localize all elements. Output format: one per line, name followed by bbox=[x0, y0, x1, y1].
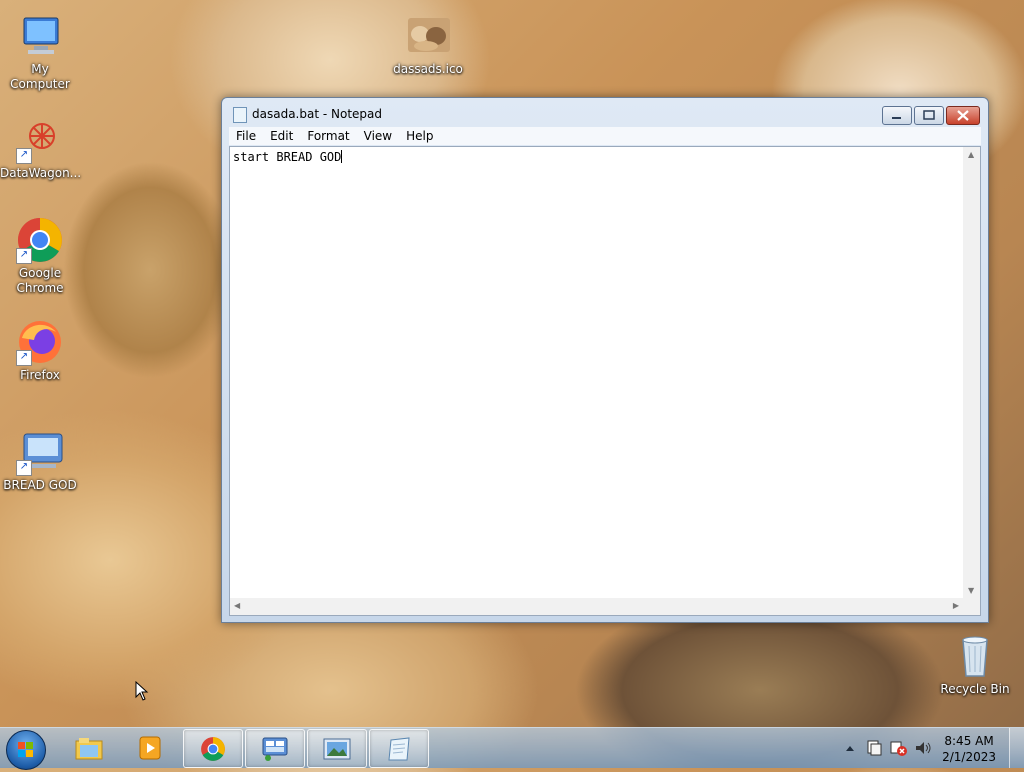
system-clock[interactable]: 8:45 AM 2/1/2023 bbox=[942, 733, 996, 765]
chrome-icon bbox=[199, 736, 227, 762]
windows-explorer-icon bbox=[75, 735, 103, 761]
taskbar-media-player[interactable] bbox=[121, 729, 179, 766]
computer-icon bbox=[16, 12, 64, 60]
notepad-icon bbox=[385, 736, 413, 762]
desktop-icon-label: BREAD GOD bbox=[3, 478, 77, 492]
menu-format[interactable]: Format bbox=[300, 129, 356, 143]
show-desktop-button[interactable] bbox=[1009, 728, 1024, 768]
maximize-button[interactable] bbox=[914, 106, 944, 125]
desktop-icon-dassads[interactable]: dassads.ico bbox=[388, 12, 468, 77]
scroll-down-arrow-icon[interactable]: ▼ bbox=[968, 586, 974, 595]
taskbar-explorer[interactable] bbox=[60, 729, 118, 766]
scroll-right-arrow-icon[interactable]: ▶ bbox=[953, 601, 959, 610]
title-bar[interactable]: dasada.bat - Notepad bbox=[222, 98, 988, 128]
clock-time: 8:45 AM bbox=[944, 734, 994, 748]
horizontal-scrollbar[interactable]: ◀ ▶ bbox=[230, 598, 963, 615]
datawagon-icon: ↗ bbox=[16, 116, 64, 164]
shortcut-arrow-icon: ↗ bbox=[16, 460, 32, 476]
chrome-icon: ↗ bbox=[16, 216, 64, 264]
desktop-icon-label: Firefox bbox=[20, 368, 60, 382]
taskbar: 8:45 AM 2/1/2023 bbox=[0, 727, 1024, 770]
picture-viewer-icon bbox=[323, 736, 351, 762]
desktop-icon-label: My Computer bbox=[10, 62, 70, 91]
desktop-icon-label: Recycle Bin bbox=[940, 682, 1010, 696]
editor-content[interactable]: start BREAD GOD bbox=[233, 150, 343, 164]
firefox-icon: ↗ bbox=[16, 318, 64, 366]
clock-date: 2/1/2023 bbox=[942, 750, 996, 764]
desktop-icon-label: dassads.ico bbox=[393, 62, 463, 76]
recycle-bin-icon bbox=[951, 632, 999, 680]
taskbar-chrome[interactable] bbox=[183, 729, 243, 768]
text-editor[interactable]: start BREAD GOD ▲ ▼ ◀ ▶ bbox=[229, 146, 981, 616]
text-caret bbox=[341, 150, 343, 163]
shortcut-arrow-icon: ↗ bbox=[16, 248, 32, 264]
remote-desktop-icon bbox=[261, 736, 289, 762]
desktop-icon-firefox[interactable]: ↗ Firefox bbox=[0, 318, 80, 383]
scroll-left-arrow-icon[interactable]: ◀ bbox=[234, 601, 240, 610]
desktop-icon-label: Google Chrome bbox=[16, 266, 64, 295]
taskbar-remote-desktop[interactable] bbox=[245, 729, 305, 768]
menu-file[interactable]: File bbox=[229, 129, 263, 143]
mouse-cursor-icon bbox=[135, 681, 149, 701]
desktop-icon-bread-god[interactable]: ↗ BREAD GOD bbox=[0, 428, 80, 493]
window-title: dasada.bat - Notepad bbox=[252, 107, 382, 121]
close-button[interactable] bbox=[946, 106, 980, 125]
show-hidden-icons-icon[interactable] bbox=[845, 744, 855, 752]
volume-icon[interactable] bbox=[914, 740, 932, 756]
desktop-icon-recycle-bin[interactable]: Recycle Bin bbox=[935, 632, 1015, 697]
desktop-icon-label: DataWagon... bbox=[0, 166, 82, 180]
batch-file-icon: ↗ bbox=[16, 428, 64, 476]
taskbar-picture-viewer[interactable] bbox=[307, 729, 367, 768]
notepad-icon bbox=[233, 107, 247, 123]
menu-edit[interactable]: Edit bbox=[263, 129, 300, 143]
menu-help[interactable]: Help bbox=[399, 129, 440, 143]
scroll-up-arrow-icon[interactable]: ▲ bbox=[968, 150, 974, 159]
shortcut-arrow-icon: ↗ bbox=[16, 350, 32, 366]
network-warning-icon[interactable] bbox=[890, 740, 908, 756]
bread-image-icon bbox=[404, 12, 452, 60]
minimize-button[interactable] bbox=[882, 106, 912, 125]
action-center-icon[interactable] bbox=[866, 740, 882, 756]
taskbar-notepad[interactable] bbox=[369, 729, 429, 768]
desktop-icon-google-chrome[interactable]: ↗ Google Chrome bbox=[0, 216, 80, 296]
resize-grip-icon[interactable] bbox=[963, 598, 980, 615]
desktop-icon-my-computer[interactable]: My Computer bbox=[0, 12, 80, 92]
notepad-window[interactable]: dasada.bat - Notepad File Edit Format Vi… bbox=[221, 97, 989, 623]
editor-text-value: start BREAD GOD bbox=[233, 150, 342, 164]
start-button[interactable] bbox=[6, 730, 46, 770]
desktop-icon-datawagon[interactable]: ↗ DataWagon... bbox=[0, 116, 82, 181]
menu-view[interactable]: View bbox=[357, 129, 399, 143]
shortcut-arrow-icon: ↗ bbox=[16, 148, 32, 164]
vertical-scrollbar[interactable]: ▲ ▼ bbox=[963, 147, 980, 598]
media-player-icon bbox=[136, 735, 164, 761]
menu-bar: File Edit Format View Help bbox=[229, 127, 981, 145]
